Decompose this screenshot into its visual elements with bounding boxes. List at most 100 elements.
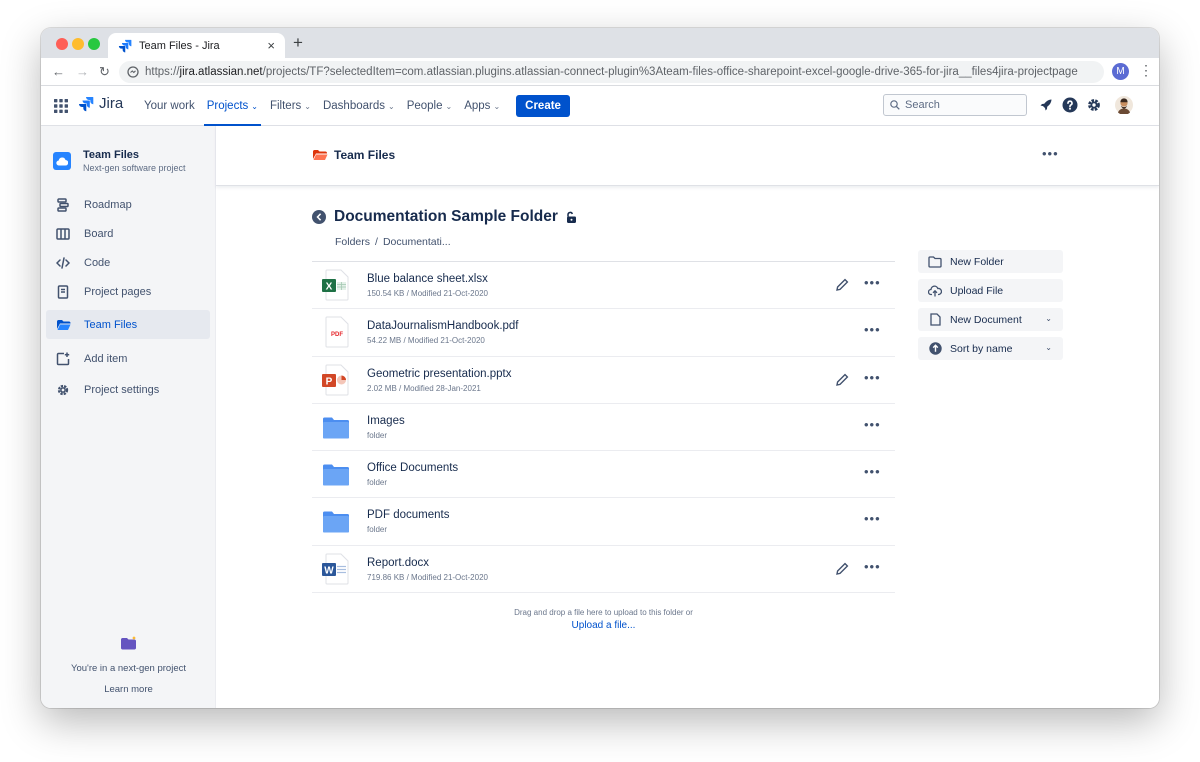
sidebar-item-code[interactable]: Code xyxy=(46,248,210,277)
search-input[interactable]: Search xyxy=(883,94,1027,116)
sort-by-name-button[interactable]: Sort by name ⌄ xyxy=(918,337,1063,360)
file-name[interactable]: Geometric presentation.pptx xyxy=(367,368,511,380)
chevron-down-icon: ⌄ xyxy=(251,101,258,111)
gear-icon xyxy=(55,382,71,398)
word-file-icon: W xyxy=(322,553,349,585)
folder-icon xyxy=(323,417,349,439)
row-more-icon[interactable]: ••• xyxy=(864,370,881,385)
help-icon[interactable] xyxy=(1061,96,1079,114)
file-name[interactable]: Report.docx xyxy=(367,557,429,569)
forward-arrow-icon[interactable]: → xyxy=(76,64,89,79)
edit-pencil-icon[interactable] xyxy=(834,561,850,577)
file-row[interactable]: PDF DataJournalismHandbook.pdf 54.22 MB … xyxy=(312,309,895,357)
unlock-icon[interactable] xyxy=(565,211,578,224)
chevron-down-icon: ⌄ xyxy=(445,101,453,111)
row-more-icon[interactable]: ••• xyxy=(864,322,881,337)
chevron-down-icon: ⌄ xyxy=(493,101,501,111)
pdf-file-icon: PDF xyxy=(325,316,349,348)
jira-top-nav: Jira Your work Projects ⌄ Filters ⌄ Dashbo… xyxy=(41,86,1159,126)
edit-pencil-icon[interactable] xyxy=(834,277,850,293)
upload-file-link[interactable]: Upload a file... xyxy=(312,620,895,631)
row-more-icon[interactable]: ••• xyxy=(864,275,881,290)
sidebar-item-project-pages[interactable]: Project pages xyxy=(46,277,210,306)
sidebar-item-roadmap[interactable]: Roadmap xyxy=(46,190,210,219)
nav-your-work[interactable]: Your work xyxy=(138,86,201,126)
nav-label: Your work xyxy=(144,100,195,112)
new-document-button[interactable]: New Document ⌄ xyxy=(918,308,1063,331)
search-icon xyxy=(890,100,900,110)
file-row[interactable]: Images folder ••• xyxy=(312,404,895,452)
folder-title-text: Documentation Sample Folder xyxy=(334,208,558,225)
row-more-icon[interactable]: ••• xyxy=(864,511,881,526)
nav-projects[interactable]: Projects ⌄ xyxy=(201,86,264,126)
url-field[interactable]: https://jira.atlassian.net/projects/TF?s… xyxy=(119,61,1104,83)
close-window-button[interactable] xyxy=(56,38,68,50)
file-row[interactable]: PDF documents folder ••• xyxy=(312,498,895,546)
file-name[interactable]: DataJournalismHandbook.pdf xyxy=(367,320,519,332)
file-row[interactable]: W Report.docx 719.86 KB / Modified 21-Oc… xyxy=(312,546,895,594)
sort-icon xyxy=(928,342,942,356)
chevron-down-icon: ⌄ xyxy=(304,101,311,111)
svg-text:P: P xyxy=(326,376,333,387)
notifications-rocket-icon[interactable] xyxy=(1037,96,1055,114)
primary-nav: Your work Projects ⌄ Filters ⌄ Dashboards ⌄… xyxy=(138,86,570,126)
new-folder-button[interactable]: New Folder xyxy=(918,250,1063,273)
create-button[interactable]: Create xyxy=(516,95,570,117)
edit-pencil-icon[interactable] xyxy=(834,372,850,388)
settings-gear-icon[interactable] xyxy=(1085,96,1103,114)
sidebar-item-add-item[interactable]: Add item xyxy=(46,344,210,373)
new-folder-icon xyxy=(928,255,942,269)
row-more-icon[interactable]: ••• xyxy=(864,464,881,479)
row-more-icon[interactable]: ••• xyxy=(864,559,881,574)
file-meta: folder xyxy=(367,478,388,488)
reload-icon[interactable]: ↻ xyxy=(99,64,110,80)
browser-tab[interactable]: Team Files - Jira × xyxy=(108,33,285,58)
project-header[interactable]: Team Files Next-gen software project xyxy=(53,149,186,173)
nav-filters[interactable]: Filters ⌄ xyxy=(264,86,317,126)
file-name[interactable]: Blue balance sheet.xlsx xyxy=(367,273,488,285)
powerpoint-file-icon: P xyxy=(322,364,349,396)
learn-more-link[interactable]: Learn more xyxy=(41,684,216,695)
file-name[interactable]: PDF documents xyxy=(367,509,449,521)
file-meta: folder xyxy=(367,525,388,535)
new-tab-button[interactable]: + xyxy=(293,33,303,53)
sidebar-item-label: Board xyxy=(84,227,114,240)
nav-people[interactable]: People ⌄ xyxy=(401,86,459,126)
header-more-icon[interactable]: ••• xyxy=(1042,146,1059,161)
nav-apps[interactable]: Apps ⌄ xyxy=(458,86,506,126)
user-avatar-icon[interactable] xyxy=(1115,96,1133,114)
jira-logo[interactable]: Jira xyxy=(78,95,123,112)
breadcrumb-current[interactable]: Documentati... xyxy=(383,236,451,248)
jira-favicon-icon xyxy=(118,39,132,52)
file-row[interactable]: P Geometric presentation.pptx 2.02 MB / … xyxy=(312,357,895,404)
upload-file-button[interactable]: Upload File xyxy=(918,279,1063,302)
minimize-window-button[interactable] xyxy=(72,38,84,50)
zoom-window-button[interactable] xyxy=(88,38,100,50)
sidebar-item-label: Project settings xyxy=(84,383,160,396)
file-row[interactable]: X Blue balance sheet.xlsx 150.54 KB / Mo… xyxy=(312,262,895,310)
team-files-header: Team Files ••• xyxy=(216,126,1159,186)
nav-label: People xyxy=(406,100,443,112)
nav-label: Filters xyxy=(269,100,302,112)
back-arrow-icon[interactable]: ← xyxy=(52,64,65,79)
row-more-icon[interactable]: ••• xyxy=(864,417,881,432)
sidebar-item-label: Project pages xyxy=(84,285,152,298)
sidebar-item-project-settings[interactable]: Project settings xyxy=(46,375,210,404)
action-label: New Document xyxy=(950,313,1022,326)
back-circle-icon[interactable] xyxy=(312,210,326,224)
site-info-icon[interactable] xyxy=(127,66,139,78)
file-name[interactable]: Office Documents xyxy=(367,462,458,474)
app-switcher-icon[interactable] xyxy=(54,99,68,113)
upload-dropzone[interactable]: Drag and drop a file here to upload to t… xyxy=(312,608,895,631)
sidebar-item-board[interactable]: Board xyxy=(46,219,210,248)
nav-dashboards[interactable]: Dashboards ⌄ xyxy=(317,86,401,126)
browser-menu-icon[interactable]: ⋮ xyxy=(1139,62,1153,79)
tab-close-icon[interactable]: × xyxy=(267,38,275,53)
breadcrumb-folders[interactable]: Folders xyxy=(335,236,370,248)
team-files-title: Team Files xyxy=(312,148,395,162)
project-sidebar: Team Files Next-gen software project Roa… xyxy=(41,126,216,708)
sidebar-item-team-files[interactable]: Team Files xyxy=(46,310,210,339)
profile-avatar[interactable]: M xyxy=(1112,63,1129,80)
file-name[interactable]: Images xyxy=(367,415,405,427)
file-row[interactable]: Office Documents folder ••• xyxy=(312,451,895,499)
